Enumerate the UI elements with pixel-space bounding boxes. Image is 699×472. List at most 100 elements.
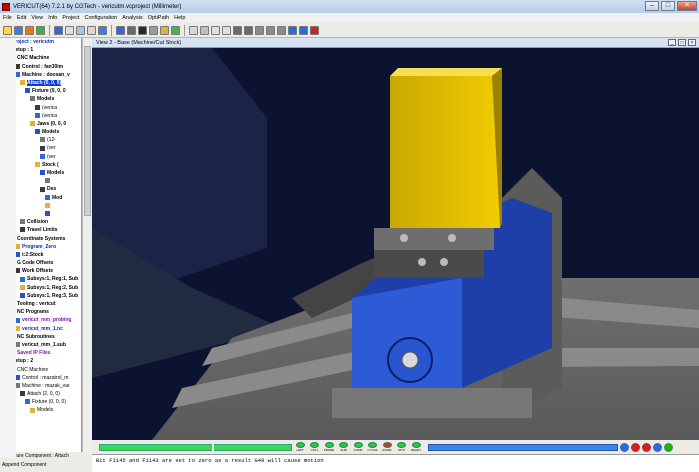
toolbar-button-4[interactable] [54, 25, 63, 35]
animation-speed-slider[interactable] [427, 443, 618, 451]
toolbar-button-1[interactable] [14, 25, 23, 35]
graphics-view[interactable]: View 2 - Base (Machine/Cut Stock) _ □ × [92, 38, 699, 440]
rewind-button[interactable] [619, 442, 629, 452]
tree-item-label: (ver [47, 145, 56, 152]
menu-file[interactable]: File [3, 15, 12, 21]
toolbar-button-16[interactable] [200, 25, 209, 35]
menu-edit[interactable]: Edit [17, 15, 26, 21]
tree-item-label: Fixture (0, 0, 0 [32, 88, 66, 95]
pause-button[interactable] [641, 442, 651, 452]
toolbar-button-14[interactable] [171, 25, 180, 35]
jaw-screw-2 [448, 234, 456, 242]
menu-project[interactable]: Project [62, 15, 79, 21]
menu-configuration[interactable]: Configuration [85, 15, 118, 21]
close-button[interactable]: ✕ [677, 1, 697, 11]
tree-scrollbar[interactable] [82, 38, 92, 458]
tree-item-label: Mod [52, 194, 63, 201]
led-label: COMP [353, 448, 363, 452]
status-line-2: Append Component [2, 462, 47, 468]
tree-node-icon [45, 211, 50, 217]
tree-item-label: Stock ( [42, 161, 59, 168]
toolbar-button-19[interactable] [233, 25, 242, 35]
tree-item-label: Models [37, 407, 54, 414]
tree-scroll-thumb[interactable] [84, 46, 91, 216]
tree-item-label: vericut_mm_1.nc [22, 325, 63, 332]
toolbar-button-21[interactable] [255, 25, 264, 35]
tree-item-label: Tooling : vericut [17, 301, 56, 307]
tree-node-icon [40, 186, 45, 192]
view-close-button[interactable]: × [688, 39, 696, 46]
view-header: View 2 - Base (Machine/Cut Stock) _ □ × [92, 38, 699, 48]
tree-node-icon [20, 292, 25, 298]
toolbar-button-12[interactable] [149, 25, 158, 35]
toolbar-button-20[interactable] [244, 25, 253, 35]
toolbar-button-18[interactable] [222, 25, 231, 35]
view-minimize-button[interactable]: _ [668, 39, 676, 46]
machine-scene[interactable] [92, 48, 699, 440]
toolbar-button-6[interactable] [76, 25, 85, 35]
toolbar-button-11[interactable] [138, 25, 147, 35]
step-button[interactable] [652, 442, 662, 452]
tree-item-label: Subsys:1, Reg:2, Sub [27, 284, 79, 291]
minimize-button[interactable]: – [645, 1, 659, 11]
log-message: Bit F1145 and F1143 are set to zero as a… [96, 457, 324, 464]
message-area: Bit F1145 and F1143 are set to zero as a… [92, 454, 699, 472]
menu-analysis[interactable]: Analysis [122, 15, 142, 21]
toolbar-button-15[interactable] [189, 25, 198, 35]
led-label: SUB [340, 448, 347, 452]
tree-node-icon [20, 227, 25, 233]
tree-icon-strip [0, 38, 16, 458]
tree-node-icon [20, 391, 25, 397]
tree-node-icon [45, 194, 50, 200]
fixture-plate [332, 388, 532, 418]
tree-node-icon [30, 407, 35, 413]
toolbar-button-8[interactable] [98, 25, 107, 35]
tree-node-icon [35, 129, 40, 135]
tree-item-label: vericut_mm_probing [22, 317, 72, 324]
menu-view[interactable]: View [31, 15, 43, 21]
tree-item-label: (verica [42, 112, 58, 119]
toolbar-button-26[interactable] [310, 25, 319, 35]
view-maximize-button[interactable]: □ [678, 39, 686, 46]
tree-item-label: Models [47, 170, 65, 176]
window-title: VERICUT(64) 7.2.1 by CGTech - vericutm.v… [13, 3, 182, 10]
tree-item-label: (verica [42, 104, 58, 111]
toolbar-button-25[interactable] [299, 25, 308, 35]
menu-optipath[interactable]: OptiPath [148, 15, 169, 21]
tree-item-label: Machine : doosan_v [22, 71, 70, 78]
toolbar-button-17[interactable] [211, 25, 220, 35]
menu-help[interactable]: Help [174, 15, 185, 21]
status-led-opti: OPTI [395, 442, 408, 452]
toolbar-button-22[interactable] [266, 25, 275, 35]
play-button[interactable] [663, 442, 673, 452]
toolbar-button-3[interactable] [36, 25, 45, 35]
tree-item-label: Coordinate Systems [17, 235, 66, 242]
toolbar-button-9[interactable] [116, 25, 125, 35]
title-bar: VERICUT(64) 7.2.1 by CGTech - vericutm.v… [0, 0, 699, 13]
toolbar-button-0[interactable] [3, 25, 12, 35]
tree-item-label: Control : fan30im [22, 63, 64, 70]
progress-marker [211, 443, 214, 453]
toolbar-button-5[interactable] [65, 25, 74, 35]
tree-node-icon [20, 219, 25, 225]
toolbar-button-7[interactable] [87, 25, 96, 35]
status-led-sub: SUB [337, 442, 350, 452]
stop-button[interactable] [630, 442, 640, 452]
tree-node-icon [30, 96, 35, 102]
tree-item-label: Models [42, 129, 60, 136]
tree-item-label: G Code Offsets [17, 260, 54, 267]
maximize-button[interactable]: □ [661, 1, 675, 11]
vise-jaw-top [374, 228, 494, 250]
toolbar-button-24[interactable] [288, 25, 297, 35]
tree-item-label: Travel Limits [27, 227, 58, 234]
toolbar-button-23[interactable] [277, 25, 286, 35]
toolbar-button-13[interactable] [160, 25, 169, 35]
jaw-screw-1 [400, 234, 408, 242]
toolbar-button-10[interactable] [127, 25, 136, 35]
tree-node-icon [40, 153, 45, 159]
menu-info[interactable]: Info [48, 15, 57, 21]
toolbar-button-2[interactable] [25, 25, 34, 35]
toolbar-separator [184, 24, 185, 36]
status-led-coll: COLL [308, 442, 321, 452]
toolbar-separator [111, 24, 112, 36]
